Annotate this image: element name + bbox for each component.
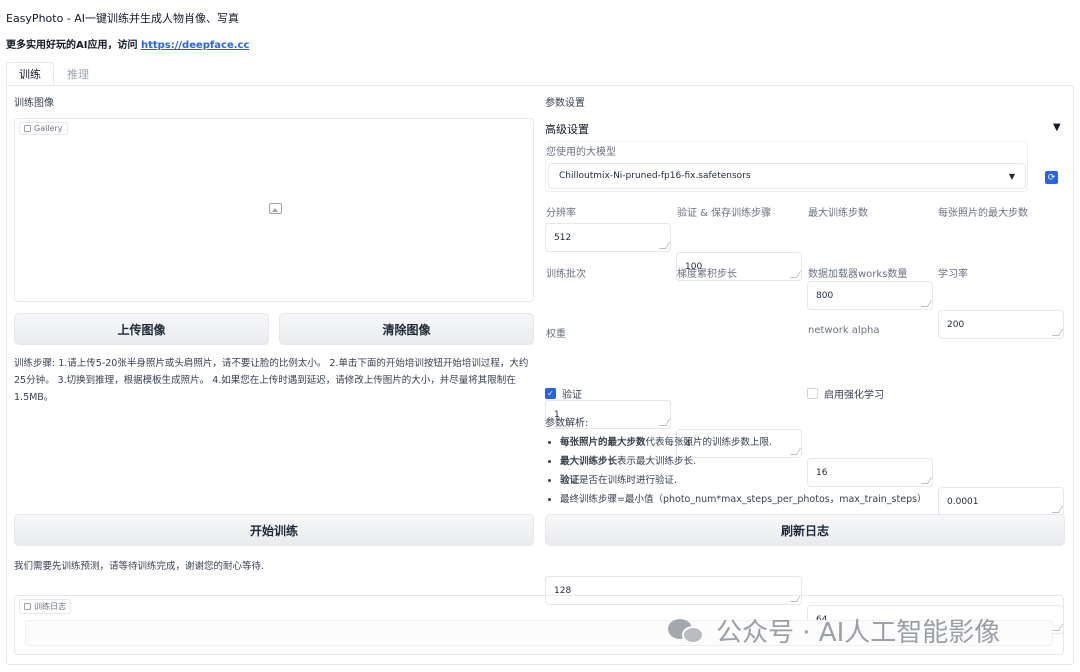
explain-title: 参数解析: bbox=[545, 418, 589, 429]
learning-rate-input[interactable]: 0.0001 bbox=[938, 487, 1064, 516]
params-label: 参数设置 bbox=[545, 98, 585, 109]
refresh-models-icon[interactable]: ⟳ bbox=[1045, 171, 1058, 184]
gallery-icon bbox=[24, 125, 31, 132]
wechat-logo-icon bbox=[668, 617, 706, 645]
gallery[interactable]: Gallery bbox=[14, 118, 534, 302]
model-label: 您使用的大模型 bbox=[546, 147, 616, 158]
tab-inference[interactable]: 推理 bbox=[54, 62, 102, 86]
max-steps-per-photo-input[interactable]: 200 bbox=[938, 310, 1064, 339]
image-placeholder-icon bbox=[269, 203, 282, 214]
upload-images-button[interactable]: 上传图像 bbox=[14, 313, 269, 345]
log-chip: 训练日志 bbox=[19, 599, 71, 614]
log-icon bbox=[24, 603, 31, 610]
param-label: 训练批次 bbox=[546, 269, 586, 280]
param-label: 分辨率 bbox=[546, 208, 576, 219]
rl-label: 启用强化学习 bbox=[824, 390, 884, 401]
list-item: 最终训练步骤=最小值（photo_num*max_steps_per_photo… bbox=[560, 490, 927, 509]
validation-checkbox-row[interactable]: ✓ 验证 bbox=[545, 386, 582, 401]
refresh-log-button[interactable]: 刷新日志 bbox=[545, 514, 1065, 546]
gallery-chip: Gallery bbox=[19, 122, 68, 135]
wait-message: 我们需要先训练预测，请等待训练完成，谢谢您的耐心等待. bbox=[14, 561, 265, 572]
param-label: network alpha bbox=[808, 325, 880, 336]
param-label: 最大训练步数 bbox=[808, 208, 868, 219]
list-item: 最大训练步长表示最大训练步长. bbox=[560, 452, 927, 471]
tab-train[interactable]: 训练 bbox=[6, 62, 54, 86]
advanced-settings-title[interactable]: 高级设置 bbox=[545, 121, 589, 137]
param-label: 每张照片的最大步数 bbox=[938, 208, 1028, 219]
deepface-link[interactable]: https://deepface.cc bbox=[141, 40, 249, 51]
gallery-label: Gallery bbox=[34, 124, 63, 133]
watermark-text: 公众号 · AI人工智能影像 bbox=[716, 618, 1001, 648]
validation-label: 验证 bbox=[562, 390, 582, 401]
collapse-triangle-icon[interactable]: ▼ bbox=[1053, 122, 1061, 133]
rl-checkbox[interactable] bbox=[807, 388, 818, 399]
param-label: 梯度累积步长 bbox=[677, 269, 737, 280]
resolution-input[interactable]: 512 bbox=[545, 223, 671, 252]
clear-images-button[interactable]: 清除图像 bbox=[279, 313, 534, 345]
validation-checkbox[interactable]: ✓ bbox=[545, 388, 556, 399]
model-value: Chilloutmix-Ni-pruned-fp16-fix.safetenso… bbox=[559, 171, 751, 181]
tab-bar: 训练 推理 bbox=[6, 62, 102, 86]
param-label: 数据加载器works数量 bbox=[808, 269, 908, 280]
train-images-label: 训练图像 bbox=[14, 98, 54, 109]
param-label: 验证 & 保存训练步骤 bbox=[677, 208, 772, 219]
log-label: 训练日志 bbox=[34, 602, 66, 611]
app-title: EasyPhoto - AI一键训练并生成人物肖像、写真 bbox=[6, 12, 240, 25]
param-label: 学习率 bbox=[938, 269, 968, 280]
subtitle-text: 更多实用好玩的AI应用，访问 bbox=[6, 40, 141, 51]
watermark: 公众号 · AI人工智能影像 bbox=[668, 612, 1000, 649]
param-label: 权重 bbox=[546, 329, 566, 340]
list-item: 验证是否在训练时进行验证. bbox=[560, 471, 927, 490]
training-instructions: 训练步骤: 1.请上传5-20张半身照片或头肩照片，请不要让脸的比例太小。 2.… bbox=[14, 358, 529, 403]
explain-list: 每张照片的最大步数代表每张照片的训练步数上限. 最大训练步长表示最大训练步长. … bbox=[560, 433, 927, 509]
start-training-button[interactable]: 开始训练 bbox=[14, 514, 534, 546]
model-dropdown[interactable]: Chilloutmix-Ni-pruned-fp16-fix.safetenso… bbox=[548, 163, 1026, 189]
app-subtitle: 更多实用好玩的AI应用，访问 https://deepface.cc bbox=[6, 36, 249, 51]
list-item: 每张照片的最大步数代表每张照片的训练步数上限. bbox=[560, 433, 927, 452]
rl-checkbox-row[interactable]: 启用强化学习 bbox=[807, 386, 884, 401]
max-train-steps-input[interactable]: 800 bbox=[807, 281, 933, 310]
dropdown-arrow-icon: ▼ bbox=[1008, 171, 1015, 181]
